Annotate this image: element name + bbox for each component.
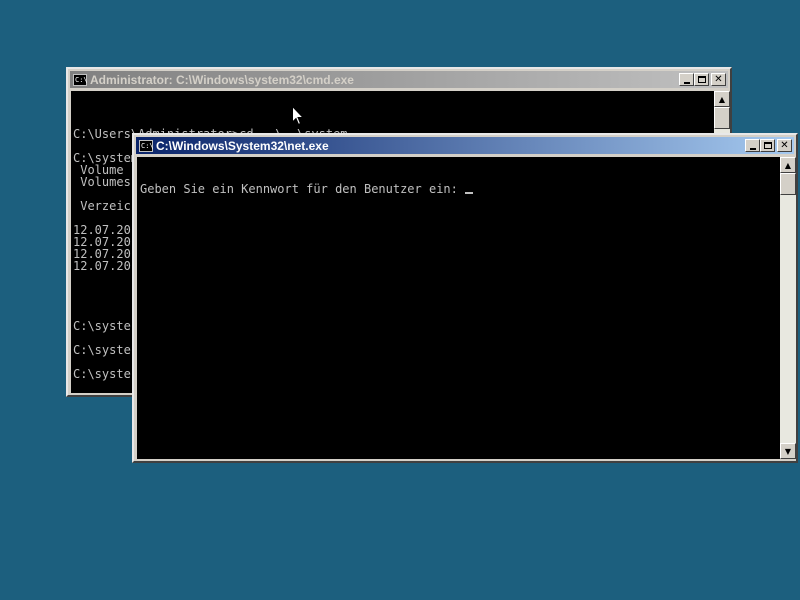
net-vertical-scrollbar[interactable]: ▲ ▼: [780, 157, 796, 459]
maximize-icon: [697, 76, 706, 83]
close-button[interactable]: ✕: [777, 139, 792, 152]
console-app-icon[interactable]: C:\: [73, 73, 88, 86]
cmd-window-title: Administrator: C:\Windows\system32\cmd.e…: [90, 72, 354, 87]
maximize-button[interactable]: [694, 73, 709, 86]
maximize-button[interactable]: [760, 139, 775, 152]
scroll-up-button[interactable]: ▲: [714, 91, 730, 107]
close-button[interactable]: ✕: [711, 73, 726, 86]
arrow-up-icon: ▲: [784, 160, 792, 170]
close-icon: ✕: [780, 139, 789, 151]
minimize-button[interactable]: [679, 73, 694, 86]
net-title-bar[interactable]: C:\ C:\Windows\System32\net.exe ✕: [136, 137, 794, 154]
scroll-up-button[interactable]: ▲: [780, 157, 796, 173]
text-cursor: [465, 192, 474, 194]
close-icon: ✕: [714, 73, 723, 85]
net-window[interactable]: C:\ C:\Windows\System32\net.exe ✕ Geben …: [132, 133, 798, 463]
minimize-icon: [749, 147, 756, 150]
scroll-thumb[interactable]: [780, 173, 796, 195]
net-window-title: C:\Windows\System32\net.exe: [156, 138, 329, 153]
scroll-down-button[interactable]: ▼: [780, 443, 796, 459]
cmd-title-bar[interactable]: C:\ Administrator: C:\Windows\system32\c…: [70, 71, 728, 88]
scroll-thumb[interactable]: [714, 107, 730, 129]
password-prompt: Geben Sie ein Kennwort für den Benutzer …: [140, 182, 466, 196]
maximize-icon: [763, 142, 772, 149]
net-console-output[interactable]: Geben Sie ein Kennwort für den Benutzer …: [137, 157, 780, 459]
arrow-down-icon: ▼: [784, 446, 792, 456]
arrow-up-icon: ▲: [718, 94, 726, 104]
console-app-icon[interactable]: C:\: [139, 139, 154, 152]
mouse-pointer-icon: [292, 106, 304, 126]
minimize-icon: [683, 81, 690, 84]
minimize-button[interactable]: [745, 139, 760, 152]
